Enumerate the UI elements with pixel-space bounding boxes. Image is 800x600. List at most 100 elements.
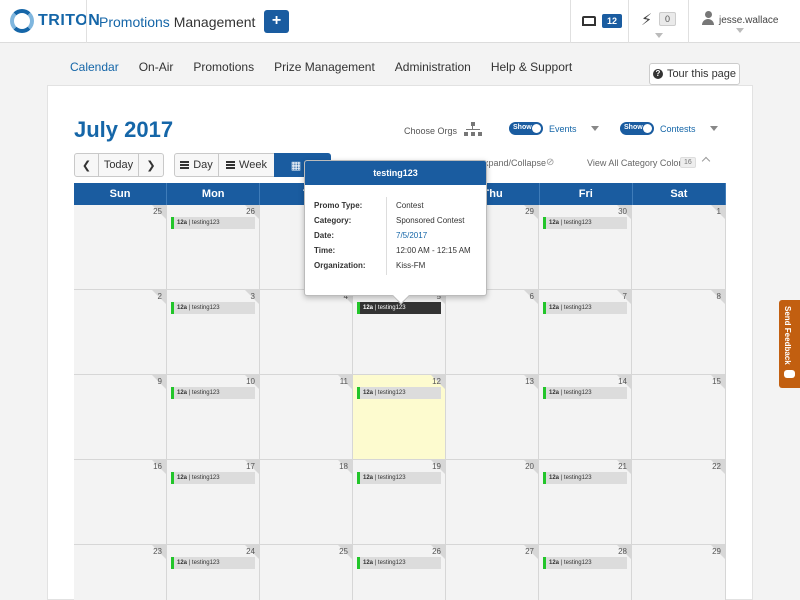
calendar-day-cell[interactable]: 4 bbox=[260, 290, 353, 375]
calendar-day-cell[interactable]: 20 bbox=[446, 460, 539, 545]
day-number: 13 bbox=[525, 377, 534, 386]
chevron-down-icon[interactable] bbox=[736, 28, 744, 33]
calendar-day-cell[interactable]: 26 12a | testing123 bbox=[167, 205, 260, 290]
calendar-day-cell[interactable]: 13 bbox=[446, 375, 539, 460]
calendar-day-cell[interactable]: 30 12a | testing123 bbox=[539, 205, 632, 290]
calendar-day-cell[interactable]: 26 12a | testing123 bbox=[353, 545, 446, 600]
calendar-day-cell[interactable]: 2 bbox=[74, 290, 167, 375]
event-name: testing123 bbox=[377, 390, 406, 396]
chevron-right-icon: ❯ bbox=[146, 159, 156, 172]
calendar-day-cell[interactable]: 15 bbox=[632, 375, 726, 460]
events-toggle[interactable]: Show bbox=[509, 122, 543, 135]
app-title-secondary: Management bbox=[169, 14, 256, 30]
username[interactable]: jesse.wallace bbox=[719, 15, 778, 26]
calendar-event[interactable]: 12a | testing123 bbox=[543, 472, 627, 484]
today-button[interactable]: Today bbox=[98, 153, 139, 177]
chevron-down-icon[interactable] bbox=[655, 33, 663, 38]
nav-on-air[interactable]: On-Air bbox=[139, 60, 174, 82]
calendar-day-cell[interactable]: 8 bbox=[632, 290, 726, 375]
calendar-event[interactable]: 12a | testing123 bbox=[171, 472, 255, 484]
events-toggle-group: Show Events bbox=[509, 122, 599, 135]
event-time: 12a bbox=[363, 560, 374, 566]
calendar-event[interactable]: 12a | testing123 bbox=[171, 557, 255, 569]
promo-type-row: Promo Type: Contest bbox=[314, 201, 424, 210]
calendar-day-cell[interactable]: 23 bbox=[74, 545, 167, 600]
prev-button[interactable]: ❮ bbox=[74, 153, 99, 177]
chevron-down-icon[interactable] bbox=[709, 126, 718, 131]
add-new-button[interactable]: + bbox=[264, 10, 289, 33]
nav-administration[interactable]: Administration bbox=[395, 60, 471, 82]
inbox-icon bbox=[582, 16, 596, 26]
calendar-event[interactable]: 12a | testing123 bbox=[171, 217, 255, 229]
day-number: 29 bbox=[525, 207, 534, 216]
calendar-day-cell[interactable]: 12 12a | testing123 bbox=[353, 375, 446, 460]
expand-collapse-link[interactable]: xpand/Collapse bbox=[484, 158, 546, 168]
calendar-day-cell[interactable]: 11 bbox=[260, 375, 353, 460]
calendar-day-cell[interactable]: 6 bbox=[446, 290, 539, 375]
event-name: testing123 bbox=[563, 305, 592, 311]
calendar-day-cell[interactable]: 9 bbox=[74, 375, 167, 460]
weekday-sat: Sat bbox=[633, 183, 726, 205]
day-number: 29 bbox=[712, 547, 721, 556]
calendar-event[interactable]: 12a | testing123 bbox=[357, 472, 441, 484]
day-number: 10 bbox=[246, 377, 255, 386]
calendar-day-cell[interactable]: 17 12a | testing123 bbox=[167, 460, 260, 545]
choose-orgs-label[interactable]: Choose Orgs bbox=[404, 126, 457, 136]
category-count-badge: 16 bbox=[680, 157, 696, 168]
calendar-day-cell[interactable]: 7 12a | testing123 bbox=[539, 290, 632, 375]
calendar-day-cell[interactable]: 27 bbox=[446, 545, 539, 600]
lightning-icon[interactable]: ⚡ bbox=[641, 10, 652, 30]
day-number: 12 bbox=[432, 377, 441, 386]
next-button[interactable]: ❯ bbox=[138, 153, 164, 177]
calendar-day-cell[interactable]: 18 bbox=[260, 460, 353, 545]
calendar-day-cell[interactable]: 25 bbox=[74, 205, 167, 290]
calendar-day-cell[interactable]: 19 12a | testing123 bbox=[353, 460, 446, 545]
calendar-day-cell[interactable]: 29 bbox=[632, 545, 726, 600]
calendar-day-cell[interactable]: 16 bbox=[74, 460, 167, 545]
send-feedback-tab[interactable]: Send Feedback bbox=[779, 300, 800, 388]
date-link[interactable]: 7/5/2017 bbox=[396, 231, 427, 240]
eye-slash-icon[interactable]: ⊘ bbox=[546, 157, 554, 168]
calendar-event[interactable]: 12a | testing123 bbox=[543, 387, 627, 399]
chevron-down-icon[interactable] bbox=[590, 126, 599, 131]
nav-promotions[interactable]: Promotions bbox=[193, 60, 254, 82]
calendar-event[interactable]: 12a | testing123 bbox=[171, 302, 255, 314]
day-view-button[interactable]: Day bbox=[174, 153, 219, 177]
day-number: 19 bbox=[432, 462, 441, 471]
week-view-button[interactable]: Week bbox=[218, 153, 275, 177]
calendar-day-cell[interactable]: 24 12a | testing123 bbox=[167, 545, 260, 600]
calendar-day-cell[interactable]: 10 12a | testing123 bbox=[167, 375, 260, 460]
logo-text: TRITON bbox=[38, 12, 101, 29]
day-number: 15 bbox=[712, 377, 721, 386]
event-time: 12a bbox=[549, 305, 560, 311]
contests-toggle[interactable]: Show bbox=[620, 122, 654, 135]
view-category-colors-link[interactable]: View All Category Colors bbox=[587, 158, 686, 168]
calendar-event[interactable]: 12a | testing123 bbox=[357, 387, 441, 399]
calendar-day-cell[interactable]: 14 12a | testing123 bbox=[539, 375, 632, 460]
calendar-event[interactable]: 12a | testing123 bbox=[543, 302, 627, 314]
tour-button[interactable]: ? Tour this page bbox=[649, 63, 740, 85]
calendar-day-cell[interactable]: 1 bbox=[632, 205, 726, 290]
calendar-event[interactable]: 12a | testing123 bbox=[543, 557, 627, 569]
day-number: 25 bbox=[339, 547, 348, 556]
divider bbox=[688, 0, 689, 43]
calendar-event[interactable]: 12a | testing123 bbox=[171, 387, 255, 399]
org-tree-icon[interactable] bbox=[464, 122, 482, 136]
calendar-day-cell[interactable]: 22 bbox=[632, 460, 726, 545]
calendar-event[interactable]: 12a | testing123 bbox=[543, 217, 627, 229]
day-number: 16 bbox=[153, 462, 162, 471]
calendar-day-cell[interactable]: 3 12a | testing123 bbox=[167, 290, 260, 375]
calendar-event[interactable]: 12a | testing123 bbox=[357, 302, 441, 314]
nav-prize-management[interactable]: Prize Management bbox=[274, 60, 375, 82]
nav-calendar[interactable]: Calendar bbox=[70, 60, 119, 82]
app-title-primary: Promotions bbox=[99, 14, 170, 30]
calendar-day-cell[interactable]: 21 12a | testing123 bbox=[539, 460, 632, 545]
time-row: Time: 12:00 AM - 12:15 AM bbox=[314, 246, 471, 255]
nav-help-support[interactable]: Help & Support bbox=[491, 60, 572, 82]
day-number: 8 bbox=[716, 292, 721, 301]
calendar-day-cell[interactable]: 28 12a | testing123 bbox=[539, 545, 632, 600]
calendar-event[interactable]: 12a | testing123 bbox=[357, 557, 441, 569]
event-name: testing123 bbox=[563, 560, 592, 566]
inbox-button[interactable]: 12 bbox=[582, 9, 624, 33]
calendar-day-cell[interactable]: 25 bbox=[260, 545, 353, 600]
